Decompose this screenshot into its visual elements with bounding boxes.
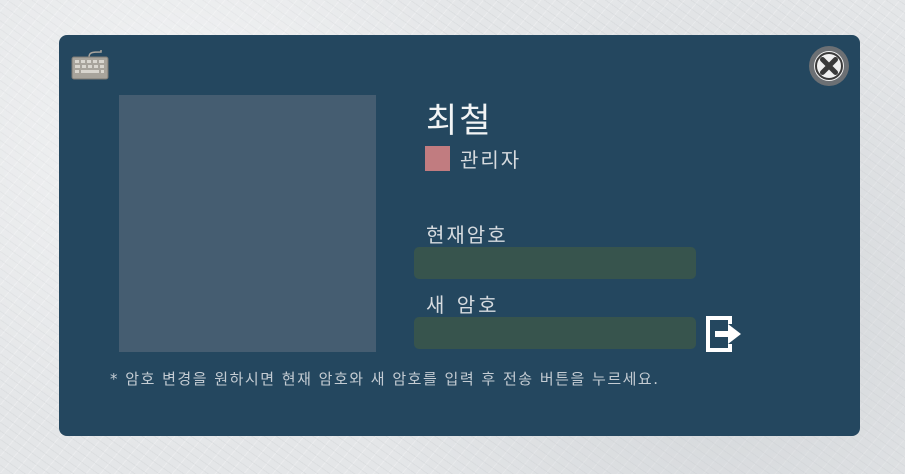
keyboard-icon[interactable] xyxy=(71,49,109,81)
submit-button[interactable] xyxy=(706,316,743,352)
role-label: 관리자 xyxy=(460,148,522,172)
submit-arrow-icon xyxy=(706,316,741,352)
close-icon xyxy=(814,51,844,81)
hint-text: * 암호 변경을 원하시면 현재 암호와 새 암호를 입력 후 전송 버튼을 누… xyxy=(110,370,660,388)
current-password-label: 현재암호 xyxy=(426,223,508,247)
password-change-dialog: 최철 관리자 현재암호 새 암호 * 암호 변경을 원하시면 현재 암호와 새 … xyxy=(59,35,860,436)
new-password-label: 새 암호 xyxy=(426,293,500,317)
new-password-input[interactable] xyxy=(414,317,696,349)
close-button[interactable] xyxy=(809,46,849,86)
current-password-input[interactable] xyxy=(414,247,696,279)
user-name: 최철 xyxy=(426,101,493,141)
role-color-swatch xyxy=(425,146,450,171)
avatar xyxy=(119,95,376,352)
